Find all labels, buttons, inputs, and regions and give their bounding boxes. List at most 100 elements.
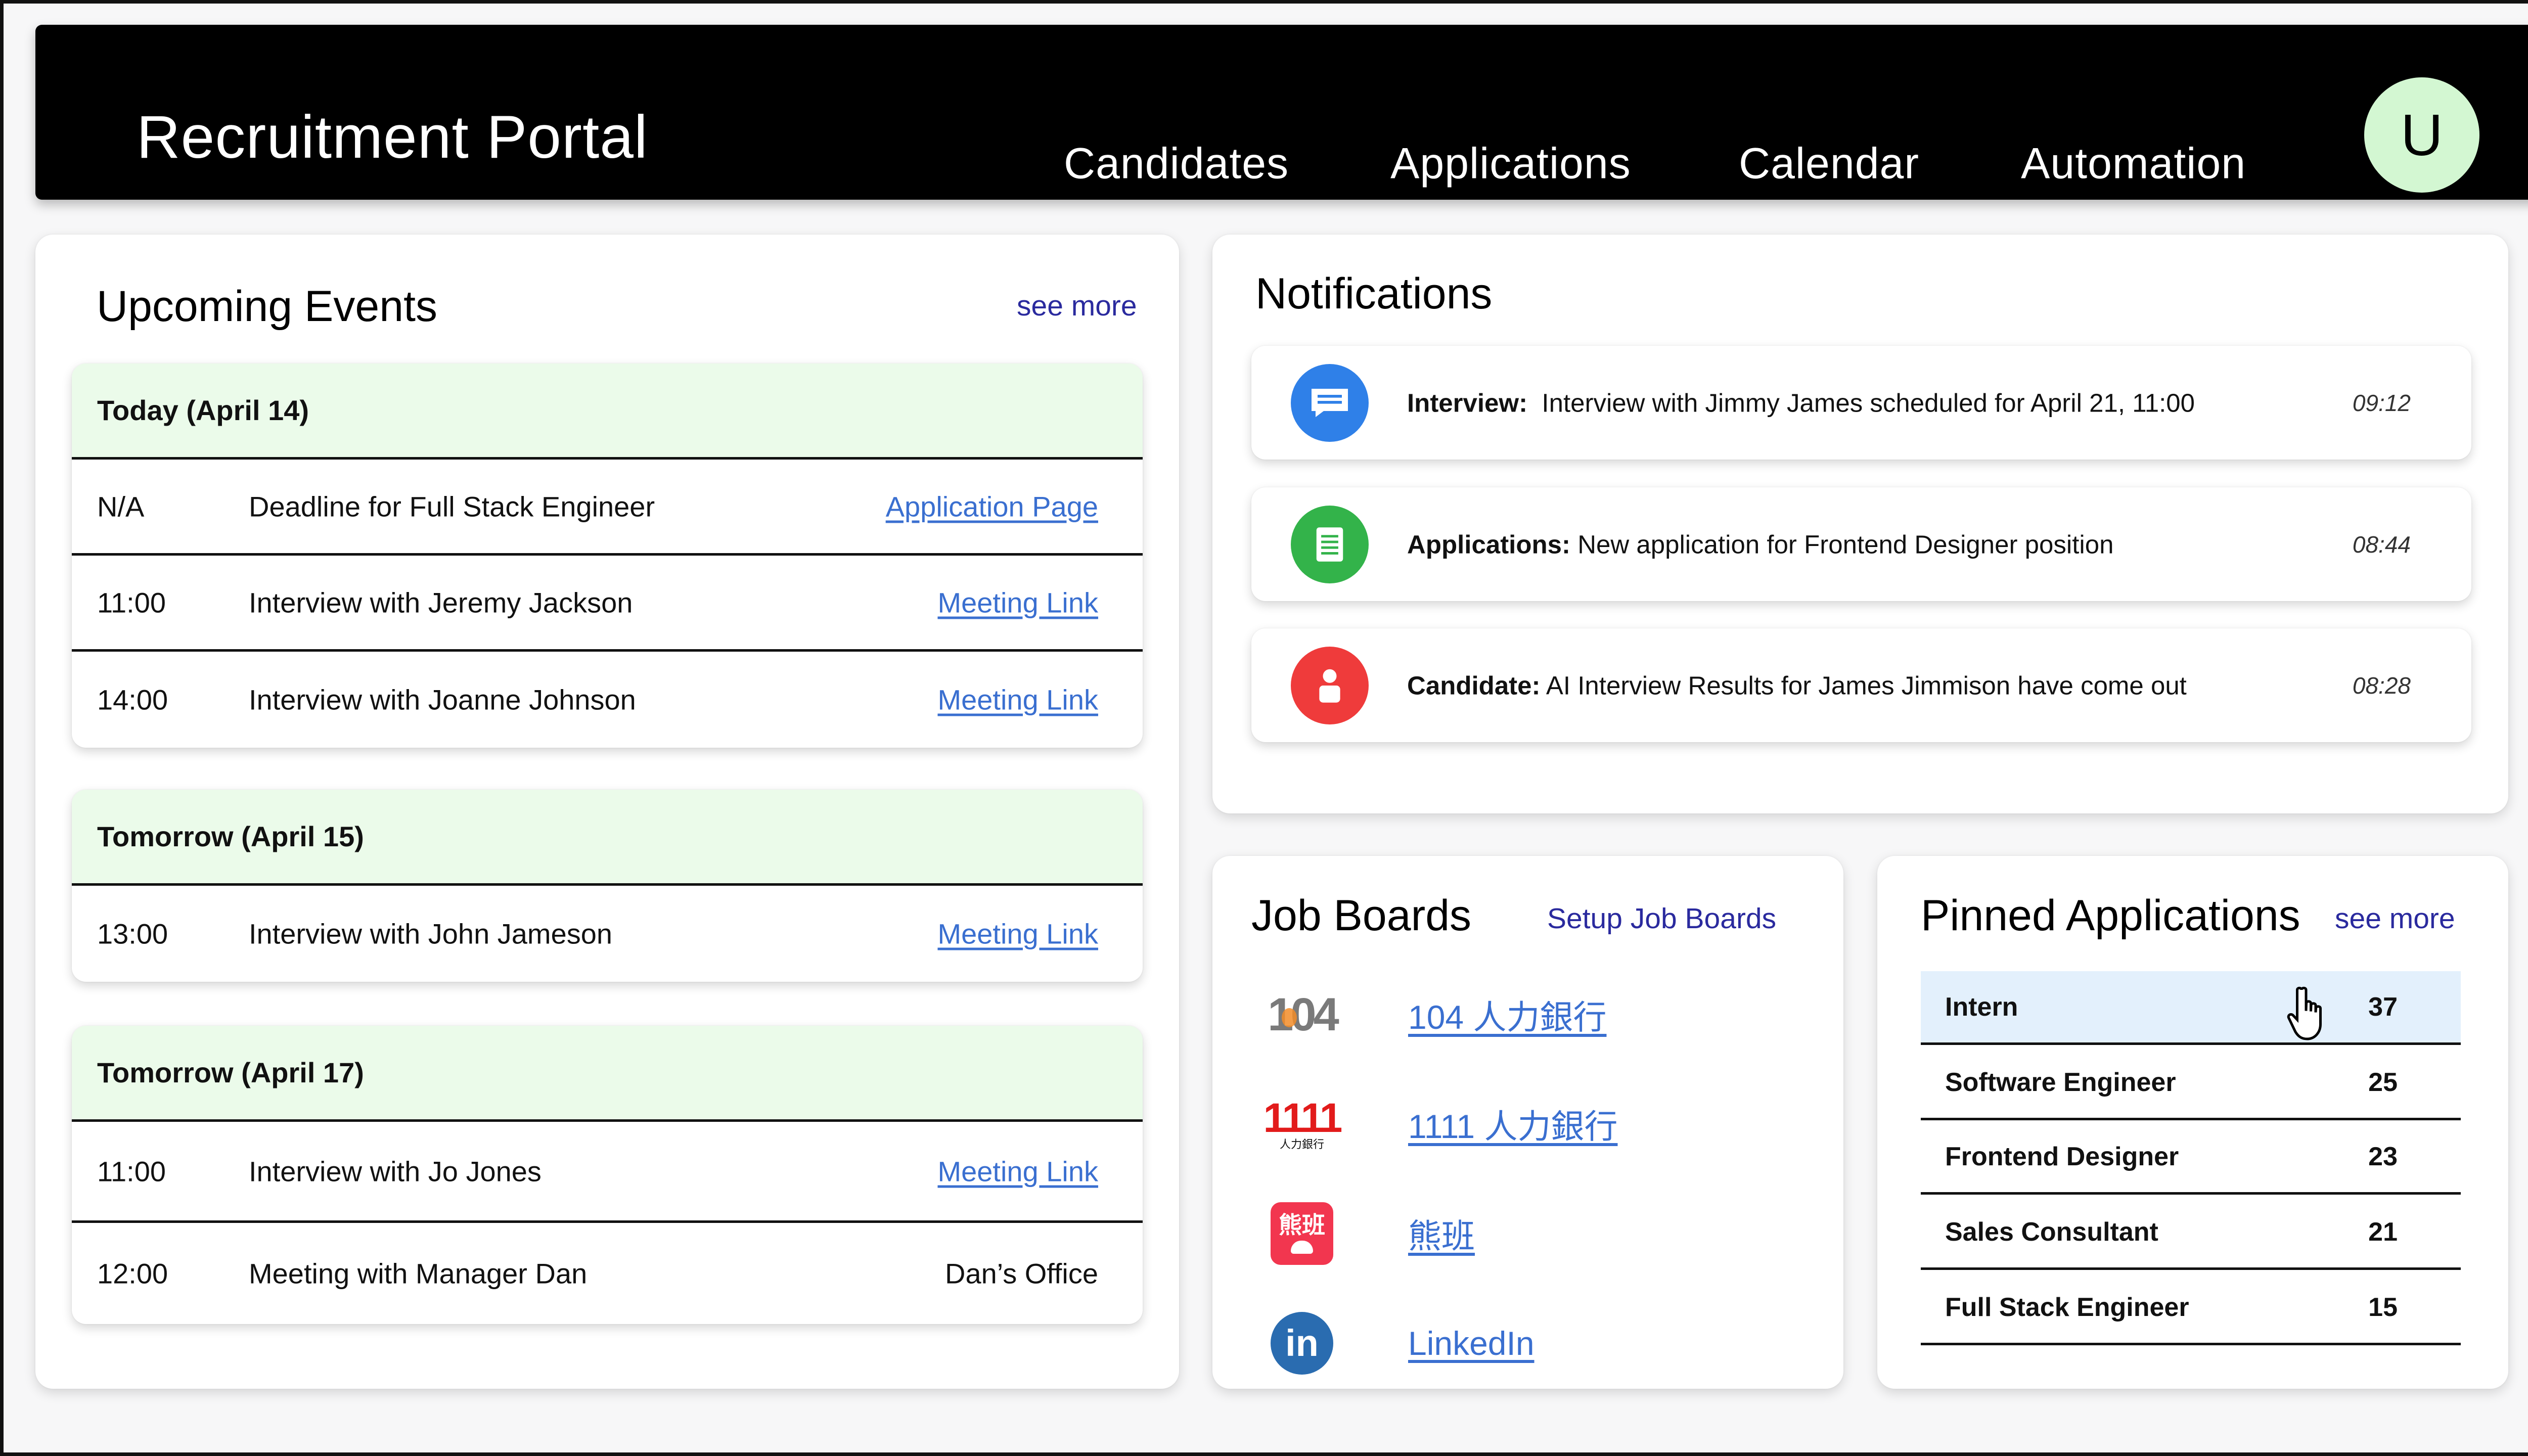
meeting-link[interactable]: Meeting Link [937, 918, 1098, 950]
job-board-row: in LinkedIn [1251, 1305, 1706, 1381]
1111-logo-text: 1111 [1263, 1095, 1343, 1141]
app-window: Recruitment Portal Candidates Applicatio… [0, 0, 2528, 1456]
notification-message: New application for Frontend Designer po… [1577, 530, 2114, 559]
nav-candidates[interactable]: Candidates [1064, 139, 1289, 189]
notification-item[interactable]: Applications: New application for Fronte… [1251, 487, 2471, 601]
notification-time: 09:12 [2352, 389, 2411, 416]
job-board-link-1111[interactable]: 1111 人力銀行 [1408, 1100, 1617, 1148]
event-row: N/A Deadline for Full Stack Engineer App… [72, 460, 1143, 556]
pinned-application-row[interactable]: Frontend Designer 23 [1921, 1121, 2461, 1195]
event-time: 14:00 [97, 684, 168, 716]
104-logo-icon: 104 [1261, 982, 1342, 1048]
pinned-see-more-link[interactable]: see more [2335, 902, 2455, 935]
nav-applications[interactable]: Applications [1390, 139, 1631, 189]
notification-item[interactable]: Interview: Interview with Jimmy James sc… [1251, 346, 2471, 460]
event-row: 13:00 Interview with John Jameson Meetin… [72, 886, 1143, 982]
event-row: 14:00 Interview with Joanne Johnson Meet… [72, 652, 1143, 748]
application-name: Intern [1945, 992, 2018, 1022]
linkedin-logo-circle: in [1271, 1312, 1333, 1375]
bear-job-logo-text: 熊班 [1279, 1212, 1325, 1238]
chat-icon [1291, 363, 1369, 442]
job-board-link-linkedin[interactable]: LinkedIn [1408, 1324, 1534, 1362]
notification-label: Interview: [1407, 388, 1528, 417]
event-time: 11:00 [97, 1155, 166, 1187]
event-location: Dan’s Office [945, 1257, 1098, 1290]
pinned-applications-title: Pinned Applications [1921, 891, 2300, 940]
linkedin-icon: in [1261, 1310, 1342, 1376]
notification-text: Candidate: AI Interview Results for Jame… [1407, 670, 2187, 700]
notifications-title: Notifications [1255, 269, 1493, 318]
day-heading: Tomorrow (April 15) [72, 790, 1143, 886]
nav-automation[interactable]: Automation [2021, 139, 2246, 189]
application-name: Sales Consultant [1945, 1217, 2158, 1247]
notification-label: Applications: [1407, 530, 1571, 559]
notification-text: Interview: Interview with Jimmy James sc… [1407, 388, 2195, 418]
meeting-link[interactable]: Meeting Link [937, 586, 1098, 619]
job-board-row: 104 104 人力銀行 [1251, 977, 1706, 1053]
day-heading: Today (April 14) [72, 363, 1143, 460]
notification-message: AI Interview Results for James Jimmison … [1546, 671, 2187, 700]
event-time: 11:00 [97, 586, 166, 618]
event-description: Interview with John Jameson [249, 918, 613, 950]
linkedin-logo-text: in [1285, 1322, 1319, 1364]
event-row: 11:00 Interview with Jeremy Jackson Meet… [72, 556, 1143, 652]
application-count: 37 [2368, 992, 2398, 1022]
day-group-today: Today (April 14) N/A Deadline for Full S… [72, 363, 1143, 748]
application-name: Software Engineer [1945, 1067, 2176, 1097]
notification-message: Interview with Jimmy James scheduled for… [1542, 388, 2195, 417]
application-count: 25 [2368, 1067, 2398, 1097]
event-description: Interview with Jo Jones [249, 1155, 541, 1187]
notification-time: 08:28 [2352, 672, 2411, 699]
pinned-application-row[interactable]: Full Stack Engineer 15 [1921, 1271, 2461, 1345]
setup-job-boards-link[interactable]: Setup Job Boards [1547, 902, 1776, 935]
1111-logo-subtext: 人力銀行 [1279, 1138, 1324, 1151]
event-time: 13:00 [97, 918, 168, 950]
104-logo-mark [1282, 1008, 1297, 1027]
application-count: 21 [2368, 1217, 2398, 1247]
meeting-link[interactable]: Meeting Link [937, 684, 1098, 716]
day-group-april-15: Tomorrow (April 15) 13:00 Interview with… [72, 790, 1143, 982]
event-row: 12:00 Meeting with Manager Dan Dan’s Off… [72, 1223, 1143, 1324]
application-page-link[interactable]: Application Page [886, 490, 1098, 523]
notification-time: 08:44 [2352, 531, 2411, 558]
upcoming-events-title: Upcoming Events [97, 282, 437, 331]
pinned-application-row[interactable]: Sales Consultant 21 [1921, 1196, 2461, 1270]
event-description: Interview with Jeremy Jackson [249, 586, 633, 618]
application-count: 23 [2368, 1142, 2398, 1171]
104-logo-text: 104 [1268, 988, 1339, 1040]
app-title: Recruitment Portal [137, 103, 648, 171]
top-header: Recruitment Portal Candidates Applicatio… [35, 25, 2528, 200]
event-time: 12:00 [97, 1257, 168, 1290]
meeting-link[interactable]: Meeting Link [937, 1155, 1098, 1188]
upcoming-see-more-link[interactable]: see more [1017, 289, 1137, 323]
job-boards-title: Job Boards [1251, 891, 1472, 940]
pinned-application-row[interactable]: Intern 37 [1921, 971, 2461, 1045]
pinned-application-row[interactable]: Software Engineer 25 [1921, 1046, 2461, 1120]
bear-face-shape [1291, 1241, 1313, 1254]
nav-calendar[interactable]: Calendar [1739, 139, 1919, 189]
notification-text: Applications: New application for Fronte… [1407, 529, 2113, 559]
notification-item[interactable]: Candidate: AI Interview Results for Jame… [1251, 628, 2471, 742]
application-count: 15 [2368, 1292, 2398, 1322]
application-name: Frontend Designer [1945, 1142, 2179, 1171]
day-group-april-17: Tomorrow (April 17) 11:00 Interview with… [72, 1026, 1143, 1324]
user-avatar[interactable]: U [2364, 77, 2479, 193]
event-description: Meeting with Manager Dan [249, 1257, 588, 1290]
event-row: 11:00 Interview with Jo Jones Meeting Li… [72, 1122, 1143, 1223]
hand-pointer-cursor-icon [2287, 986, 2322, 1040]
bear-job-logo-tile: 熊班 [1271, 1202, 1333, 1265]
event-description: Deadline for Full Stack Engineer [249, 490, 655, 522]
event-description: Interview with Joanne Johnson [249, 684, 636, 716]
day-heading: Tomorrow (April 17) [72, 1026, 1143, 1122]
notification-label: Candidate: [1407, 671, 1541, 700]
job-board-row: 熊班 熊班 [1251, 1196, 1706, 1271]
document-icon [1291, 505, 1369, 583]
person-icon [1291, 646, 1369, 724]
event-time: N/A [97, 490, 145, 522]
job-board-link-bear[interactable]: 熊班 [1408, 1209, 1475, 1258]
bear-job-logo-icon: 熊班 [1261, 1201, 1342, 1266]
1111-logo-icon: 1111 人力銀行 [1261, 1091, 1343, 1157]
application-name: Full Stack Engineer [1945, 1292, 2189, 1322]
job-board-link-104[interactable]: 104 人力銀行 [1408, 990, 1606, 1039]
job-board-row: 1111 人力銀行 1111 人力銀行 [1251, 1086, 1706, 1162]
